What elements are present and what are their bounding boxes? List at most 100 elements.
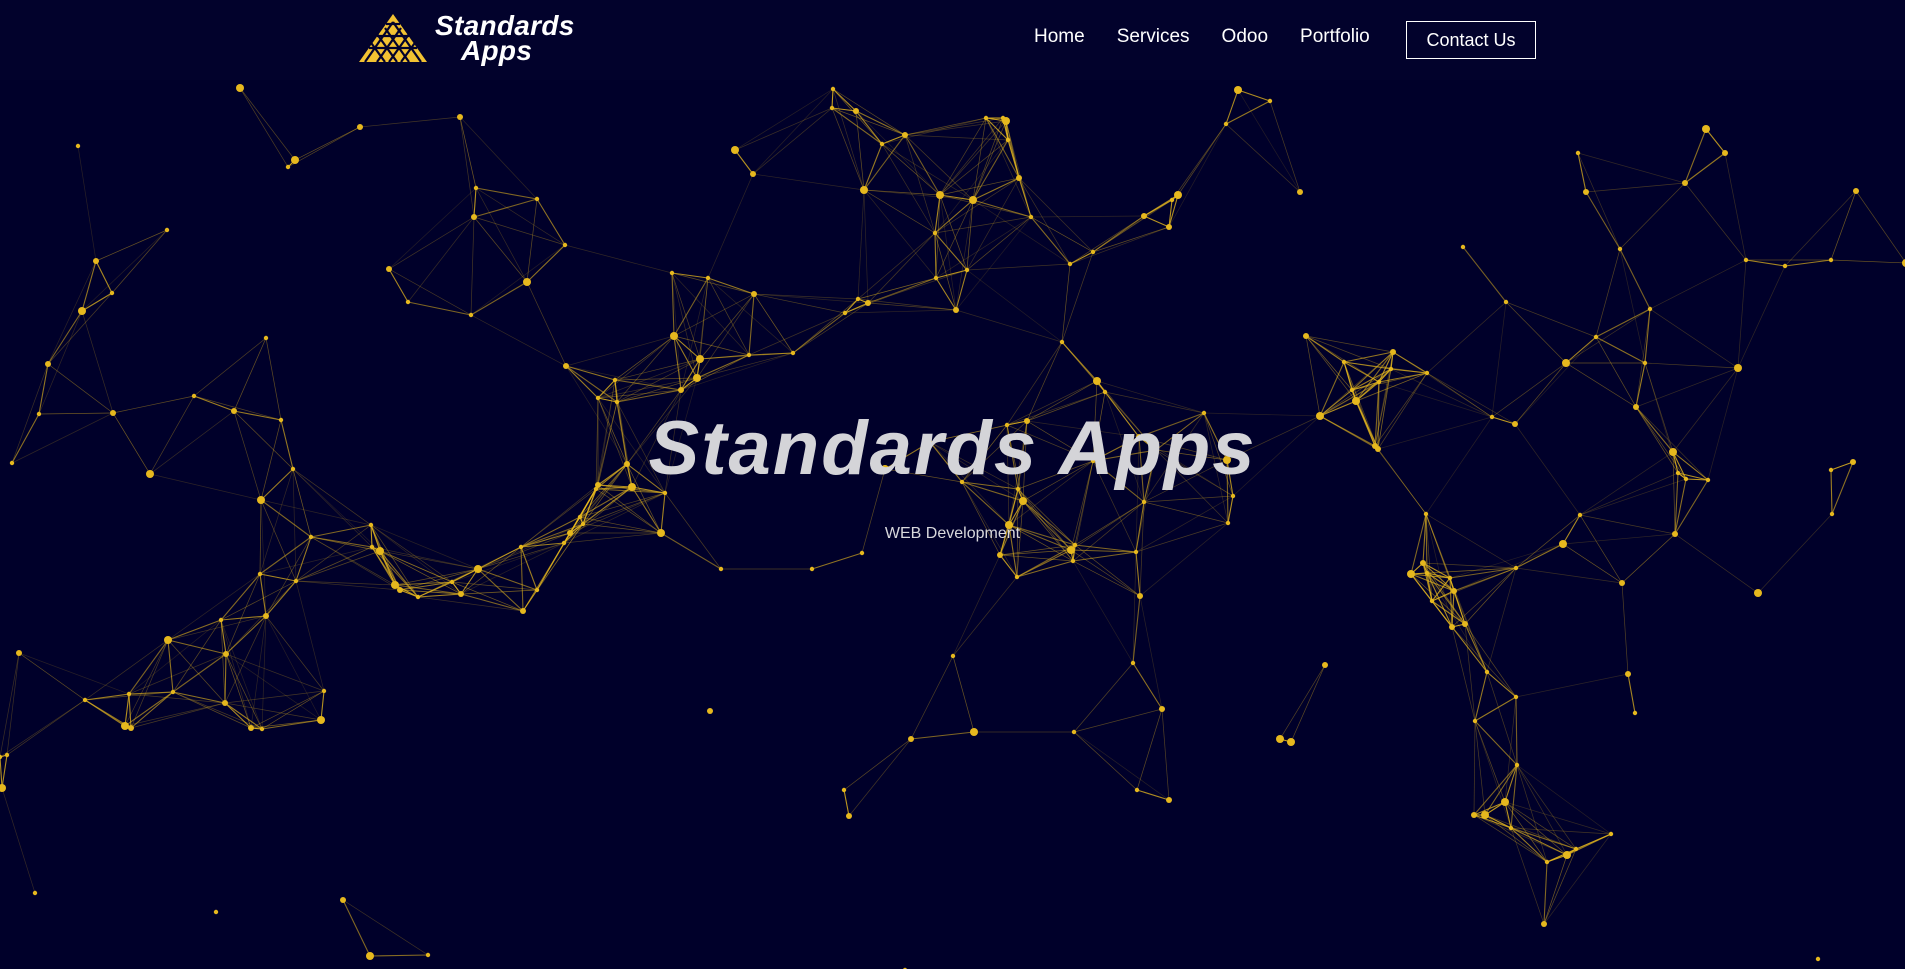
network-node — [164, 227, 170, 233]
network-node — [386, 266, 392, 272]
network-node — [933, 275, 939, 281]
network-node — [908, 736, 914, 742]
network-node — [473, 185, 479, 191]
network-node — [1424, 370, 1430, 376]
network-node — [1137, 593, 1143, 599]
contact-us-button[interactable]: Contact Us — [1406, 21, 1536, 59]
network-node — [1619, 580, 1625, 586]
network-node — [1072, 542, 1078, 548]
hero-title: Standards Apps — [648, 406, 1257, 491]
network-node — [1471, 812, 1477, 818]
hero-subtitle: WEB Development — [884, 525, 1021, 542]
network-node — [1514, 762, 1520, 768]
network-node — [1322, 662, 1328, 668]
network-node — [1642, 360, 1648, 366]
network-node — [936, 191, 944, 199]
page: Standards Apps Home Services Odoo Portfo… — [0, 0, 1905, 969]
network-node — [523, 278, 531, 286]
network-node — [1503, 299, 1509, 305]
network-node — [1647, 306, 1653, 312]
network-node — [1093, 377, 1101, 385]
network-node — [1352, 397, 1360, 405]
network-node — [1563, 851, 1571, 859]
network-node — [1341, 359, 1347, 365]
network-node — [32, 890, 38, 896]
network-node — [1608, 831, 1614, 837]
network-node — [1014, 574, 1020, 580]
network-node — [468, 312, 474, 318]
network-node — [317, 716, 325, 724]
network-node — [321, 688, 327, 694]
network-node — [595, 395, 601, 401]
network-node — [1722, 150, 1728, 156]
network-node — [263, 335, 269, 341]
network-node — [707, 708, 713, 714]
network-node — [1376, 379, 1382, 385]
network-node — [1481, 811, 1489, 819]
network-node — [859, 550, 865, 556]
nav-item-odoo[interactable]: Odoo — [1222, 26, 1268, 48]
network-node — [121, 722, 129, 730]
network-node — [1005, 137, 1011, 143]
network-node — [1388, 366, 1394, 372]
network-node — [213, 909, 219, 915]
network-node — [953, 307, 959, 313]
network-node — [1234, 86, 1242, 94]
nav-item-services[interactable]: Services — [1117, 26, 1190, 48]
network-node — [1133, 549, 1139, 555]
network-node — [1159, 706, 1165, 712]
network-node — [191, 393, 197, 399]
nav-item-portfolio[interactable]: Portfolio — [1300, 26, 1370, 48]
network-node — [518, 544, 524, 550]
logo-link[interactable]: Standards Apps — [357, 10, 575, 66]
network-node — [1070, 558, 1076, 564]
network-node — [1267, 98, 1273, 104]
network-node — [562, 242, 568, 248]
network-node — [45, 361, 51, 367]
network-node — [78, 307, 86, 315]
network-node — [1829, 511, 1835, 517]
network-node — [1067, 261, 1073, 267]
network-node — [263, 613, 269, 619]
network-node — [1577, 512, 1583, 518]
network-node — [1287, 738, 1295, 746]
network-node — [670, 332, 678, 340]
network-node — [1562, 359, 1570, 367]
network-node — [1508, 825, 1514, 831]
network-node — [1423, 511, 1429, 517]
network-node — [950, 653, 956, 659]
network-node — [879, 141, 885, 147]
network-node — [285, 164, 291, 170]
network-node — [1141, 499, 1147, 505]
network-node — [841, 787, 847, 793]
nav-item-home[interactable]: Home — [1034, 26, 1085, 48]
network-node — [1462, 621, 1468, 627]
network-node — [853, 108, 859, 114]
network-node — [1166, 797, 1172, 803]
network-node — [614, 399, 620, 405]
network-node — [534, 587, 540, 593]
network-node — [1734, 364, 1742, 372]
network-node — [1230, 493, 1236, 499]
network-node — [291, 156, 299, 164]
network-node — [1141, 213, 1147, 219]
logo-text-line2: Apps — [461, 35, 533, 66]
network-node — [340, 897, 346, 903]
network-node — [1169, 197, 1175, 203]
network-node — [405, 299, 411, 305]
network-node — [1501, 798, 1509, 806]
network-node — [693, 374, 701, 382]
network-node — [983, 115, 989, 121]
network-node — [236, 84, 244, 92]
network-node — [1449, 624, 1455, 630]
network-node — [1429, 598, 1435, 604]
network-node — [1134, 787, 1140, 793]
network-node — [1513, 694, 1519, 700]
network-node — [0, 784, 6, 792]
network-node — [1782, 263, 1788, 269]
network-node — [718, 566, 724, 572]
network-node — [790, 350, 796, 356]
network-node — [1174, 191, 1182, 199]
network-node — [696, 355, 704, 363]
network-node — [458, 591, 464, 597]
